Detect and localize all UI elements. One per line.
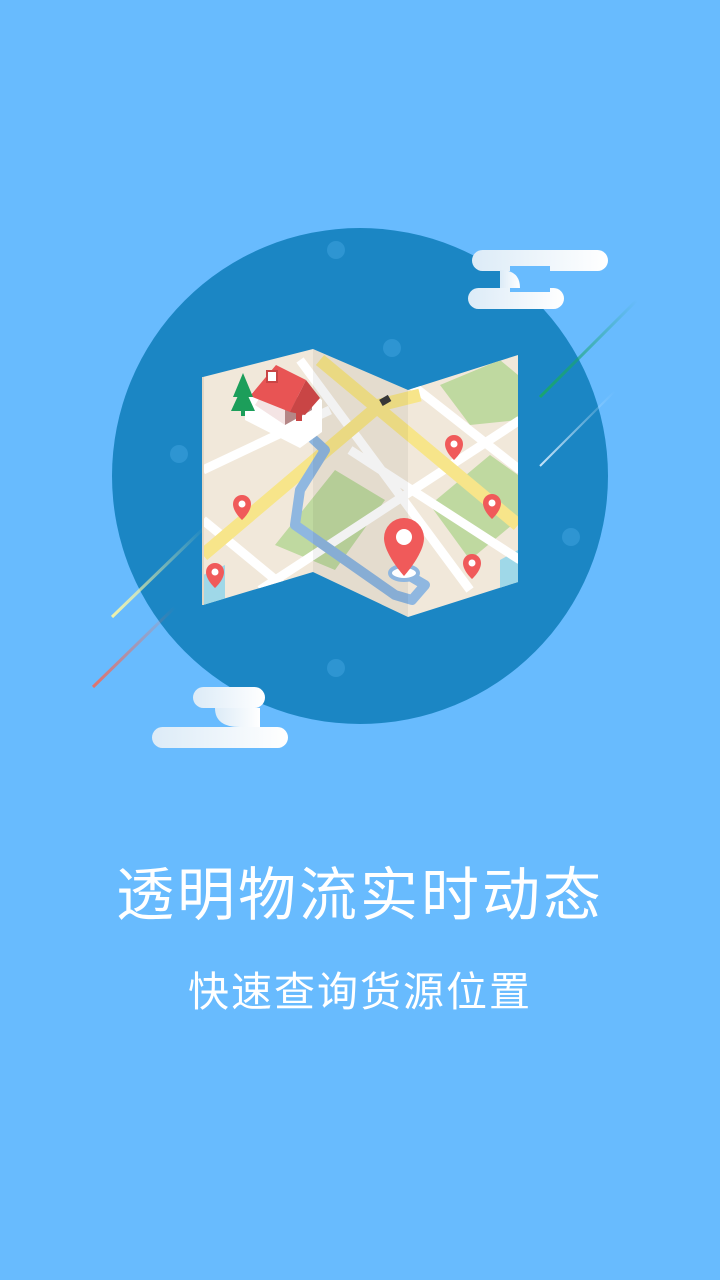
decor-dot [383, 339, 401, 357]
destination-pin-icon [384, 518, 424, 582]
onboarding-subtitle: 快速查询货源位置 [188, 968, 532, 1016]
decor-dot [327, 241, 345, 259]
decor-dot [327, 659, 345, 677]
onboarding-title: 透明物流实时动态 [115, 861, 604, 929]
speed-streak [91, 605, 177, 689]
decor-dot [170, 445, 188, 463]
decor-dot [562, 528, 580, 546]
map-illustration [91, 228, 639, 748]
